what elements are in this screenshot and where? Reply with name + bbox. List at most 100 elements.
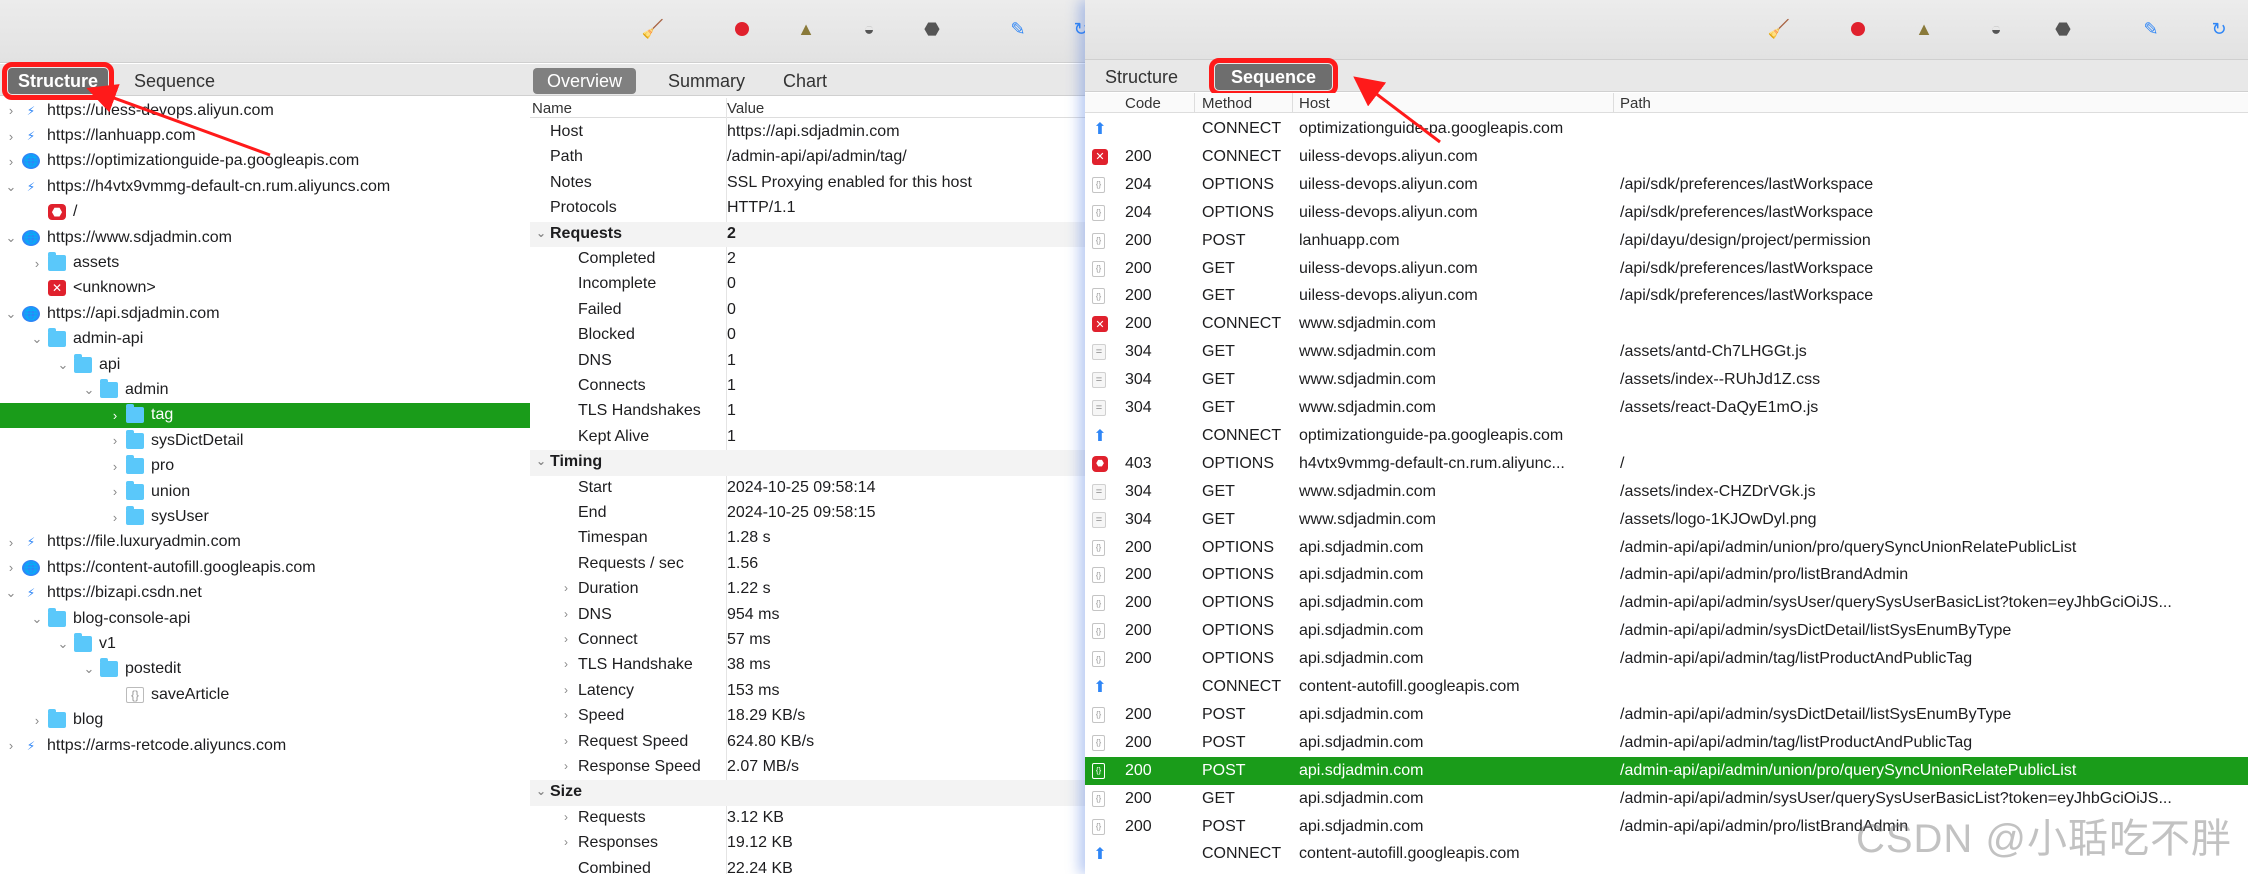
detail-row[interactable]: › Request Speed 624.80 KB/s bbox=[530, 730, 1085, 755]
sequence-row[interactable]: ⬆ CONNECT content-autofill.googleapis.com bbox=[1085, 673, 2248, 701]
broom-icon[interactable]: 🧹 bbox=[1768, 18, 1790, 40]
tab-summary[interactable]: Summary bbox=[654, 68, 759, 94]
detail-row[interactable]: › DNS 954 ms bbox=[530, 603, 1085, 628]
disclosure-chevron-icon[interactable]: › bbox=[108, 459, 122, 474]
disclosure-chevron-icon[interactable]: ⌄ bbox=[56, 357, 70, 373]
sequence-row[interactable]: = 304 GET www.sdjadmin.com/assets/index--RU… bbox=[1085, 366, 2248, 394]
disclosure-chevron-icon[interactable]: › bbox=[108, 510, 122, 525]
tree-node[interactable]: › assets bbox=[0, 250, 530, 275]
tree-node[interactable]: ⌄ v1 bbox=[0, 631, 530, 656]
disclosure-chevron-icon[interactable]: ⌄ bbox=[4, 230, 18, 246]
refresh-icon[interactable]: ↻ bbox=[2208, 18, 2230, 40]
broom-icon[interactable]: 🧹 bbox=[642, 18, 664, 40]
tree-node[interactable]: ⌄ 🌐 https://www.sdjadmin.com bbox=[0, 225, 530, 250]
tab-overview[interactable]: Overview bbox=[533, 68, 637, 94]
tab-sequence[interactable]: Sequence bbox=[124, 68, 225, 94]
tree-node[interactable]: › blog bbox=[0, 708, 530, 733]
breakpoint-icon[interactable]: ⬣ bbox=[2052, 18, 2074, 40]
sequence-row[interactable]: {} 200 OPTIONS api.sdjadmin.com/admin-api/a… bbox=[1085, 561, 2248, 589]
disclosure-chevron-icon[interactable]: ⌄ bbox=[30, 611, 44, 627]
detail-row[interactable]: › Response Speed 2.07 MB/s bbox=[530, 755, 1085, 780]
column-code-header[interactable]: Code bbox=[1125, 95, 1161, 112]
sequence-row[interactable]: {} 200 GET uiless-devops.aliyun.com/api/sdk… bbox=[1085, 282, 2248, 310]
detail-row[interactable]: › TLS Handshake 38 ms bbox=[530, 653, 1085, 678]
tree-node[interactable]: ⌄ blog-console-api bbox=[0, 606, 530, 631]
turtle-icon[interactable]: ◒ bbox=[1985, 18, 2007, 40]
detail-group-row[interactable]: ⌄ Size bbox=[530, 780, 1085, 806]
disclosure-chevron-icon[interactable]: ⌄ bbox=[82, 661, 96, 677]
detail-row[interactable]: › Speed 18.29 KB/s bbox=[530, 704, 1085, 729]
throttle-icon[interactable]: ▲ bbox=[1913, 18, 1935, 40]
disclosure-chevron-icon[interactable]: › bbox=[564, 632, 568, 646]
column-value-header[interactable]: Value bbox=[727, 100, 764, 117]
disclosure-chevron-icon[interactable]: ⌄ bbox=[536, 784, 546, 798]
tab-sequence[interactable]: Sequence bbox=[1208, 58, 1339, 96]
column-path-header[interactable]: Path bbox=[1620, 95, 1651, 112]
disclosure-chevron-icon[interactable]: › bbox=[4, 129, 18, 144]
tree-node[interactable]: › ⚡ https://lanhuapp.com bbox=[0, 123, 530, 148]
tree-node[interactable]: › ⚡ https://file.luxuryadmin.com bbox=[0, 530, 530, 555]
sequence-row[interactable]: {} 204 OPTIONS uiless-devops.aliyun.com/api… bbox=[1085, 171, 2248, 199]
tree-node[interactable]: › sysUser bbox=[0, 504, 530, 529]
detail-row[interactable]: Connects 1 bbox=[530, 374, 1085, 399]
disclosure-chevron-icon[interactable]: ⌄ bbox=[4, 585, 18, 601]
tree-node[interactable]: ⌄ ⚡ https://h4vtx9vmmg-default-cn.rum.aliy… bbox=[0, 174, 530, 199]
detail-row[interactable]: Combined 22.24 KB bbox=[530, 857, 1085, 874]
disclosure-chevron-icon[interactable]: ⌄ bbox=[30, 331, 44, 347]
detail-row[interactable]: Start 2024-10-25 09:58:14 bbox=[530, 476, 1085, 501]
sequence-row[interactable]: {} 200 OPTIONS api.sdjadmin.com/admin-api/a… bbox=[1085, 645, 2248, 673]
disclosure-chevron-icon[interactable]: ⌄ bbox=[4, 179, 18, 195]
detail-row[interactable]: Kept Alive 1 bbox=[530, 425, 1085, 450]
detail-row[interactable]: Host https://api.sdjadmin.com bbox=[530, 120, 1085, 145]
disclosure-chevron-icon[interactable]: › bbox=[30, 713, 44, 728]
sequence-row[interactable]: ✕ 200 CONNECT uiless-devops.aliyun.com bbox=[1085, 143, 2248, 171]
sequence-row[interactable]: {} 200 POST lanhuapp.com/api/dayu/design/pr… bbox=[1085, 227, 2248, 255]
detail-row[interactable]: Protocols HTTP/1.1 bbox=[530, 196, 1085, 221]
tree-node[interactable]: › ⚡ https://arms-retcode.aliyuncs.com bbox=[0, 733, 530, 758]
disclosure-chevron-icon[interactable]: ⌄ bbox=[536, 454, 546, 468]
disclosure-chevron-icon[interactable]: › bbox=[4, 738, 18, 753]
disclosure-chevron-icon[interactable]: › bbox=[564, 708, 568, 722]
sequence-row[interactable]: = 304 GET www.sdjadmin.com/assets/react-DaQ… bbox=[1085, 394, 2248, 422]
detail-row[interactable]: Failed 0 bbox=[530, 298, 1085, 323]
detail-group-row[interactable]: ⌄ Requests 2 bbox=[530, 221, 1085, 247]
disclosure-chevron-icon[interactable]: › bbox=[564, 607, 568, 621]
disclosure-chevron-icon[interactable]: › bbox=[4, 535, 18, 550]
tree-node[interactable]: ⌄ 🌐 https://api.sdjadmin.com bbox=[0, 301, 530, 326]
disclosure-chevron-icon[interactable]: ⌄ bbox=[536, 226, 546, 240]
breakpoint-icon[interactable]: ⬣ bbox=[921, 18, 943, 40]
sequence-row[interactable]: ⬆ CONNECT optimizationguide-pa.googleapis.… bbox=[1085, 115, 2248, 143]
sequence-row[interactable]: {} 200 POST api.sdjadmin.com/admin-api/api/… bbox=[1085, 756, 2248, 785]
sequence-row[interactable]: ⬆ CONNECT optimizationguide-pa.googleapis.… bbox=[1085, 422, 2248, 450]
tree-node[interactable]: › pro bbox=[0, 454, 530, 479]
tree-node[interactable]: › union bbox=[0, 479, 530, 504]
column-name-header[interactable]: Name bbox=[532, 100, 572, 117]
disclosure-chevron-icon[interactable]: ⌄ bbox=[4, 306, 18, 322]
tree-node[interactable]: › ⚡ https://uiless-devops.aliyun.com bbox=[0, 98, 530, 123]
disclosure-chevron-icon[interactable]: › bbox=[4, 560, 18, 575]
sequence-row[interactable]: {} 200 OPTIONS api.sdjadmin.com/admin-api/a… bbox=[1085, 534, 2248, 562]
tree-node[interactable]: ⌄ ⚡ https://bizapi.csdn.net bbox=[0, 581, 530, 606]
tab-chart[interactable]: Chart bbox=[769, 68, 841, 94]
disclosure-chevron-icon[interactable]: › bbox=[108, 408, 122, 423]
disclosure-chevron-icon[interactable]: › bbox=[564, 810, 568, 824]
tab-structure[interactable]: Structure bbox=[1093, 64, 1190, 90]
turtle-icon[interactable]: ◒ bbox=[858, 18, 880, 40]
tree-node[interactable]: › 🌐 https://optimizationguide-pa.googleapi… bbox=[0, 149, 530, 174]
sequence-row[interactable]: = 304 GET www.sdjadmin.com/assets/antd-Ch7L… bbox=[1085, 338, 2248, 366]
sequence-row[interactable]: = 304 GET www.sdjadmin.com/assets/index-CHZ… bbox=[1085, 478, 2248, 506]
tree-node[interactable]: › sysDictDetail bbox=[0, 428, 530, 453]
detail-row[interactable]: Blocked 0 bbox=[530, 323, 1085, 348]
detail-row[interactable]: Incomplete 0 bbox=[530, 272, 1085, 297]
disclosure-chevron-icon[interactable]: › bbox=[564, 734, 568, 748]
detail-row[interactable]: › Responses 19.12 KB bbox=[530, 831, 1085, 856]
pen-icon[interactable]: ✎ bbox=[1007, 18, 1029, 40]
detail-row[interactable]: Requests / sec 1.56 bbox=[530, 552, 1085, 577]
tree-node[interactable]: ⬣ / bbox=[0, 200, 530, 225]
detail-group-row[interactable]: ⌄ Timing bbox=[530, 450, 1085, 476]
sequence-row[interactable]: {} 200 POST api.sdjadmin.com/admin-api/api/… bbox=[1085, 729, 2248, 757]
sequence-row[interactable]: {} 200 OPTIONS api.sdjadmin.com/admin-api/a… bbox=[1085, 589, 2248, 617]
record-icon[interactable] bbox=[731, 18, 753, 40]
tree-node[interactable]: {} saveArticle bbox=[0, 682, 530, 707]
tree-node[interactable]: › tag bbox=[0, 402, 530, 429]
